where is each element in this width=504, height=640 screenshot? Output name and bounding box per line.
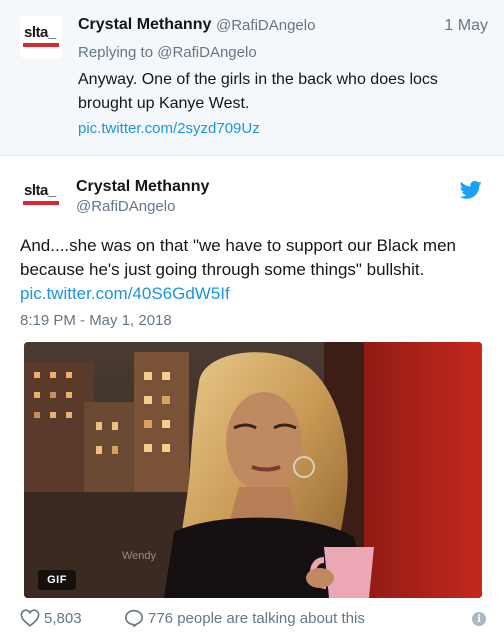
replying-to-mention[interactable]: @RafiDAngelo [157, 44, 256, 61]
parent-tweet-media-link[interactable]: pic.twitter.com/2syzd709Uz [78, 120, 260, 137]
reply-bubble-icon[interactable] [124, 609, 144, 627]
avatar[interactable]: slta_ [20, 174, 62, 216]
display-name[interactable]: Crystal Methanny [76, 178, 209, 196]
twitter-bird-icon[interactable] [460, 180, 482, 200]
user-handle[interactable]: @RafiDAngelo [216, 17, 315, 34]
like-count[interactable]: 5,803 [44, 610, 82, 627]
tweet-date[interactable]: 1 May [444, 17, 488, 35]
avatar[interactable]: slta_ [20, 16, 62, 58]
tweet-timestamp[interactable]: 8:19 PM - May 1, 2018 [20, 312, 172, 329]
avatar-logo-text: slta_ [24, 182, 56, 199]
gif-media[interactable]: Wendy GIF [24, 342, 482, 598]
gif-badge: GIF [38, 570, 76, 590]
main-tweet-media-link[interactable]: pic.twitter.com/40S6GdW5If [20, 284, 230, 303]
avatar-logo: slta_ [23, 182, 59, 206]
parent-tweet-header: Crystal Methanny @RafiDAngelo 1 May [78, 14, 488, 36]
heart-icon[interactable] [20, 609, 40, 627]
parent-tweet[interactable]: slta_ Crystal Methanny @RafiDAngelo 1 Ma… [0, 0, 504, 156]
user-handle[interactable]: @RafiDAngelo [76, 198, 175, 215]
parent-tweet-text: Anyway. One of the girls in the back who… [78, 71, 438, 112]
talking-count[interactable]: 776 people are talking about this [148, 610, 365, 627]
avatar-logo-text: slta_ [24, 24, 56, 41]
info-icon[interactable]: i [472, 612, 486, 626]
avatar-logo-bar [23, 201, 59, 205]
main-tweet-text: And....she was on that "we have to suppo… [20, 234, 490, 306]
display-name[interactable]: Crystal Methanny [78, 16, 211, 34]
avatar-logo: slta_ [23, 24, 59, 48]
avatar-logo-bar [23, 43, 59, 47]
gif-frame-image [24, 342, 482, 598]
main-tweet-body: And....she was on that "we have to suppo… [20, 236, 456, 279]
replying-to-line: Replying to @RafiDAngelo [78, 44, 257, 61]
replying-to-prefix: Replying to [78, 44, 154, 61]
media-watermark: Wendy [122, 550, 157, 562]
tweet-embed-card: slta_ Crystal Methanny @RafiDAngelo 1 Ma… [0, 0, 504, 640]
tweet-footer: 5,803 776 people are talking about this … [20, 608, 486, 630]
